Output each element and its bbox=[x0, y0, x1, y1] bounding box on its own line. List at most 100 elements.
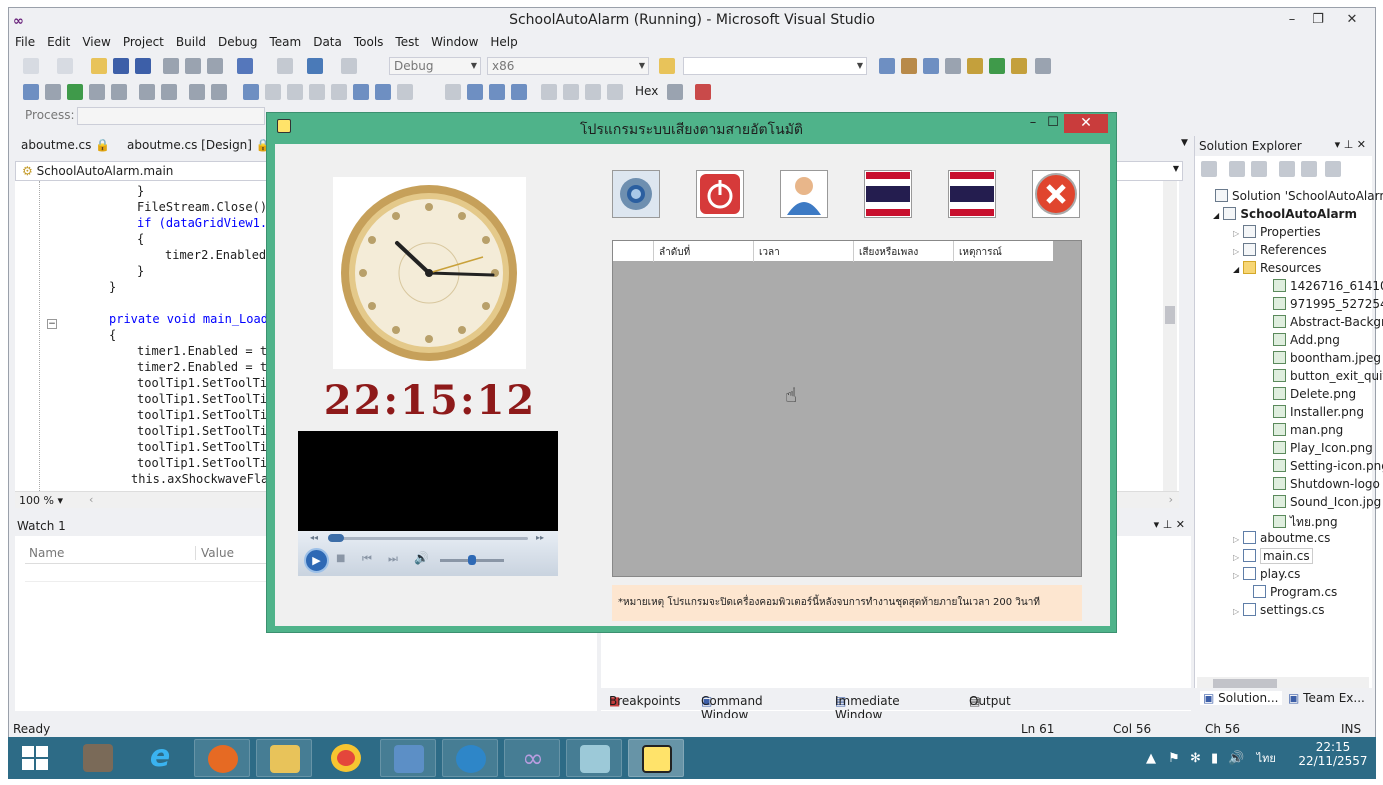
windows-start-icon[interactable] bbox=[22, 746, 48, 770]
cs-file-node[interactable]: ▷ settings.cs bbox=[1233, 603, 1325, 617]
resource-file[interactable]: 971995_5272544 bbox=[1273, 297, 1383, 311]
about-button[interactable] bbox=[780, 170, 828, 218]
volume-icon[interactable]: 🔊 bbox=[1228, 751, 1244, 766]
cs-file-node[interactable]: Program.cs bbox=[1253, 585, 1337, 599]
bookmark-icon[interactable] bbox=[189, 84, 205, 100]
resources-node[interactable]: ◢ Resources bbox=[1233, 261, 1321, 275]
resource-file[interactable]: Add.png bbox=[1273, 333, 1340, 347]
word-wrap-icon[interactable] bbox=[89, 84, 105, 100]
call-stack-icon[interactable] bbox=[287, 84, 303, 100]
paste-icon[interactable] bbox=[207, 58, 223, 74]
properties-node[interactable]: ▷ Properties bbox=[1233, 225, 1321, 239]
menu-test[interactable]: Test bbox=[389, 34, 425, 51]
project-node[interactable]: ◢ SchoolAutoAlarm bbox=[1213, 207, 1357, 221]
chevron-down-icon[interactable]: ▼ bbox=[1173, 164, 1179, 173]
uncomment-icon[interactable] bbox=[161, 84, 177, 100]
references-node[interactable]: ▷ References bbox=[1233, 243, 1327, 257]
vertical-scrollbar[interactable] bbox=[1163, 181, 1177, 491]
cut-icon[interactable] bbox=[163, 58, 179, 74]
column-sound[interactable]: เสียงหรือเพลง bbox=[859, 245, 918, 260]
hex-toggle[interactable]: Hex bbox=[635, 84, 658, 98]
find-combo[interactable]: ▼ bbox=[683, 57, 867, 75]
bluetooth-icon[interactable]: ✻ bbox=[1190, 751, 1201, 766]
power-icon[interactable]: ▮ bbox=[1211, 751, 1218, 766]
panel-controls[interactable]: ▾ ⊥ ✕ bbox=[1335, 138, 1366, 151]
properties-icon[interactable] bbox=[1301, 161, 1317, 177]
taskbar-chrome[interactable] bbox=[318, 739, 374, 777]
toolbox-icon[interactable] bbox=[945, 58, 961, 74]
menu-view[interactable]: View bbox=[76, 34, 116, 51]
next-bookmark-icon[interactable] bbox=[211, 84, 227, 100]
redo-icon[interactable] bbox=[277, 58, 293, 74]
autos-icon[interactable] bbox=[331, 84, 347, 100]
show-hidden-icons-icon[interactable]: ▲ bbox=[1146, 751, 1156, 766]
breakpoint-window-icon[interactable] bbox=[243, 84, 259, 100]
team-explorer-icon[interactable] bbox=[1011, 58, 1027, 74]
memory-icon[interactable] bbox=[397, 84, 413, 100]
modules-icon[interactable] bbox=[375, 84, 391, 100]
menu-debug[interactable]: Debug bbox=[212, 34, 263, 51]
resource-file[interactable]: 1426716_614100 bbox=[1273, 279, 1383, 293]
thai-flag-button-2[interactable] bbox=[948, 170, 996, 218]
resource-file[interactable]: Play_Icon.png bbox=[1273, 441, 1373, 455]
app-minimize-button[interactable]: – bbox=[1022, 115, 1044, 133]
seek-bar[interactable] bbox=[328, 537, 528, 540]
taskbar-school-auto-alarm[interactable] bbox=[628, 739, 684, 777]
object-browser-icon[interactable] bbox=[923, 58, 939, 74]
panel-controls[interactable]: ▾ ⊥ ✕ bbox=[1154, 518, 1185, 531]
properties-icon[interactable] bbox=[901, 58, 917, 74]
volume-thumb[interactable] bbox=[468, 555, 476, 565]
taskbar-app[interactable] bbox=[380, 739, 436, 777]
stop-icon[interactable]: ■ bbox=[336, 553, 345, 564]
view-code-icon[interactable] bbox=[1325, 161, 1341, 177]
volume-icon[interactable]: 🔊 bbox=[414, 551, 429, 565]
show-all-files-icon[interactable] bbox=[1229, 161, 1245, 177]
schedule-grid[interactable]: ลำดับที่ เวลา เสียงหรือเพลง เหตุการณ์ ☝ bbox=[612, 240, 1082, 577]
restart-icon[interactable] bbox=[511, 84, 527, 100]
restore-button[interactable]: ❐ bbox=[1305, 10, 1331, 30]
thai-flag-button[interactable] bbox=[864, 170, 912, 218]
column-name[interactable]: Name bbox=[29, 546, 64, 560]
menu-project[interactable]: Project bbox=[117, 34, 170, 51]
step-into-icon[interactable] bbox=[563, 84, 579, 100]
taskbar-notepad[interactable] bbox=[566, 739, 622, 777]
save-all-icon[interactable] bbox=[135, 58, 151, 74]
menu-build[interactable]: Build bbox=[170, 34, 212, 51]
solution-explorer-icon[interactable] bbox=[879, 58, 895, 74]
tab-list-dropdown[interactable]: ▼ bbox=[1181, 138, 1188, 148]
resource-file[interactable]: Installer.png bbox=[1273, 405, 1364, 419]
resource-file[interactable]: button_exit_quit bbox=[1273, 369, 1383, 383]
new-project-icon[interactable] bbox=[23, 58, 39, 74]
app-maximize-button[interactable]: ☐ bbox=[1042, 115, 1064, 133]
menu-data[interactable]: Data bbox=[307, 34, 348, 51]
cs-file-node[interactable]: ▷ main.cs bbox=[1233, 548, 1313, 564]
threads-icon[interactable] bbox=[353, 84, 369, 100]
show-next-statement-icon[interactable] bbox=[541, 84, 557, 100]
tab-aboutme-design[interactable]: aboutme.cs [Design] 🔒 bbox=[127, 138, 271, 152]
find-in-files-icon[interactable] bbox=[659, 58, 675, 74]
seek-thumb[interactable] bbox=[328, 534, 344, 542]
comment-icon[interactable] bbox=[111, 84, 127, 100]
resource-file[interactable]: Sound_Icon.jpg bbox=[1273, 495, 1381, 509]
menu-team[interactable]: Team bbox=[263, 34, 307, 51]
action-center-icon[interactable]: ⚑ bbox=[1168, 751, 1180, 766]
save-icon[interactable] bbox=[113, 58, 129, 74]
navigate-icon[interactable] bbox=[307, 58, 323, 74]
window-layout-icon[interactable] bbox=[1035, 58, 1051, 74]
tab-team-explorer[interactable]: ▣ Team Ex... bbox=[1288, 691, 1365, 705]
platform-dropdown[interactable]: x86 ▼ bbox=[487, 57, 649, 75]
settings-button[interactable] bbox=[612, 170, 660, 218]
start-icon[interactable] bbox=[341, 58, 357, 74]
fast-forward-icon[interactable]: ▸▸ bbox=[536, 533, 544, 542]
app-close-button[interactable]: ✕ bbox=[1064, 114, 1108, 133]
resource-file[interactable]: man.png bbox=[1273, 423, 1343, 437]
column-order[interactable]: ลำดับที่ bbox=[659, 245, 690, 260]
resource-file[interactable]: Setting-icon.png bbox=[1273, 459, 1383, 473]
align-icon[interactable] bbox=[45, 84, 61, 100]
taskbar-file-explorer[interactable] bbox=[256, 739, 312, 777]
taskbar-gimp[interactable] bbox=[70, 739, 126, 777]
home-icon[interactable] bbox=[1201, 161, 1217, 177]
tab-aboutme-cs[interactable]: aboutme.cs 🔒 bbox=[21, 138, 110, 152]
exit-button[interactable] bbox=[1032, 170, 1080, 218]
locals-icon[interactable] bbox=[309, 84, 325, 100]
